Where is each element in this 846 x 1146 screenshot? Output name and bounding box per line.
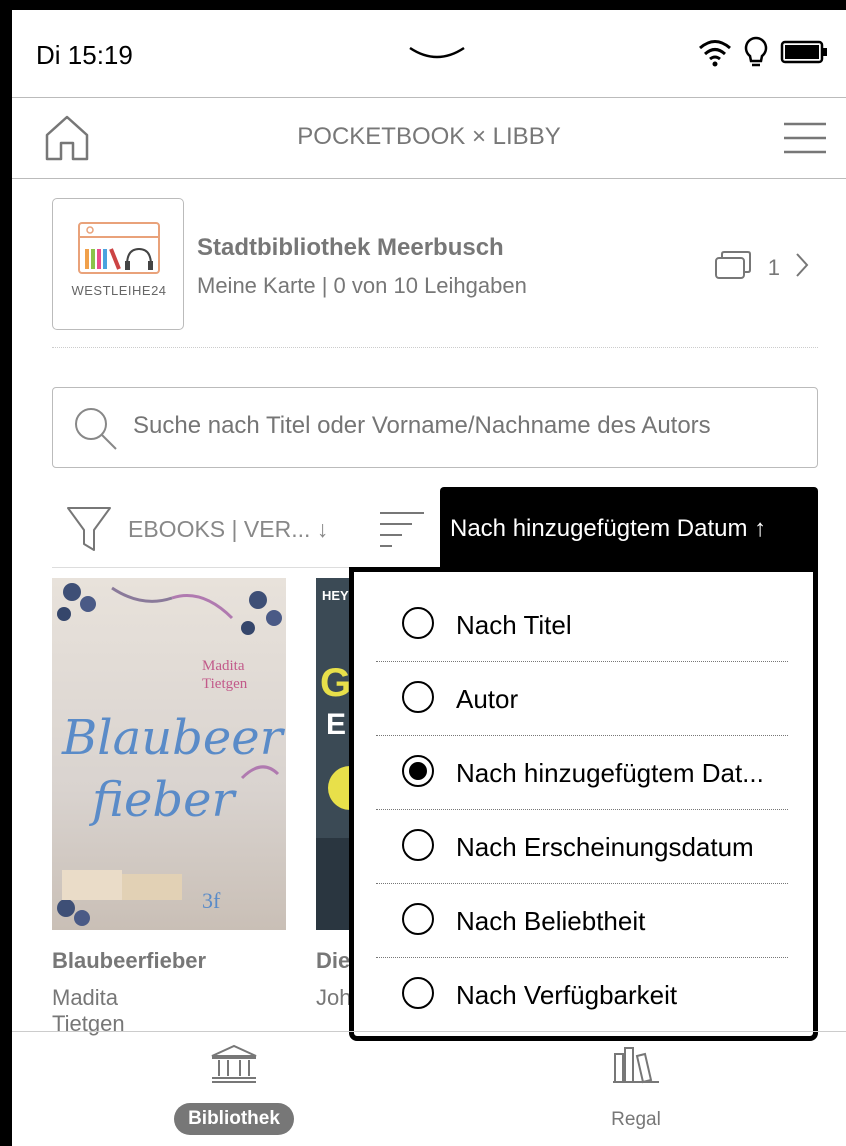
svg-text:Blaubeer: Blaubeer [61,710,286,766]
radio-unchecked[interactable] [402,829,434,861]
library-logo-text: WESTLEIHE24 [71,283,167,298]
status-bar: Di 15:19 [12,10,846,98]
loans-count: 1 [767,255,780,280]
cover-author-text: Madita [202,658,245,674]
nav-tab-library-label: Bibliothek [174,1103,294,1135]
stacked-cards-icon [714,250,754,286]
bookshelf-icon [611,1047,661,1088]
sort-option-date-added[interactable]: Nach hinzugefügtem Dat... [376,736,788,810]
sort-option-title[interactable]: Nach Titel [376,588,788,662]
sort-option-label: Nach Titel [456,610,572,640]
book-author: Joh [316,985,352,1010]
radio-checked[interactable] [402,755,434,787]
status-time: Di 15:19 [36,40,133,70]
nav-tab-shelf-label: Regal [611,1109,661,1130]
filter-label[interactable]: EBOOKS | VER... ↓ [128,516,328,543]
svg-text:E: E [326,708,346,741]
svg-text:G: G [320,661,351,705]
sort-option-label: Nach Erscheinungsdatum [456,832,754,862]
book-author: Madita Tietgen [52,985,125,1036]
sort-option-label: Nach Verfügbarkeit [456,980,678,1010]
book-title[interactable]: Die [316,948,350,974]
sort-option-label: Nach hinzugefügtem Dat... [456,758,764,788]
frontlight-bulb-icon[interactable] [744,36,768,73]
library-building-icon [209,1044,259,1088]
sort-option-popularity[interactable]: Nach Beliebtheit [376,884,788,958]
svg-text:HEY: HEY [322,588,349,603]
chevron-down-icon[interactable] [408,44,466,71]
radio-unchecked[interactable] [402,607,434,639]
book-cover-blaubeerfieber[interactable]: Madita Tietgen Blaubeer fieber 3f [52,578,286,930]
radio-unchecked[interactable] [402,903,434,935]
radio-unchecked[interactable] [402,977,434,1009]
search-box[interactable] [52,387,818,468]
svg-text:3f: 3f [202,888,221,913]
bottom-navigation: Bibliothek Regal [12,1031,846,1146]
library-name: Stadtbibliothek Meerbusch [197,234,504,261]
sort-options-popup: Nach Titel Autor Nach hinzugefügtem Dat.… [349,567,818,1041]
status-icons [698,36,828,73]
book-title[interactable]: Blaubeerfieber [52,948,206,974]
nav-tab-shelf[interactable]: Regal [586,1044,686,1131]
svg-text:Tietgen: Tietgen [202,676,248,692]
sort-option-publication-date[interactable]: Nach Erscheinungsdatum [376,810,788,884]
sort-option-label: Autor [456,684,519,714]
svg-text:fieber: fieber [89,772,238,828]
filter-funnel-icon[interactable] [66,506,112,559]
battery-icon [780,40,828,69]
chevron-right-icon [794,252,810,284]
radio-unchecked[interactable] [402,681,434,713]
loans-counter[interactable]: 1 [714,250,810,286]
search-icon [73,406,119,457]
sort-option-author[interactable]: Autor [376,662,788,736]
sort-option-availability[interactable]: Nach Verfügbarkeit [376,958,788,1032]
app-header: POCKETBOOK × LIBBY [12,99,846,179]
search-input[interactable] [133,412,803,440]
sort-dropdown-trigger[interactable]: Nach hinzugefügtem Datum ↑ [440,487,818,571]
app-title: POCKETBOOK × LIBBY [297,123,561,150]
nav-tab-library[interactable]: Bibliothek [174,1044,294,1135]
hamburger-menu-icon[interactable] [782,121,828,160]
library-card[interactable]: WESTLEIHE24 Stadtbibliothek Meerbusch Me… [52,198,818,348]
library-card-info: Meine Karte | 0 von 10 Leihgaben [197,273,527,298]
sort-option-label: Nach Beliebtheit [456,906,646,936]
wifi-icon [698,37,732,72]
sort-lines-icon[interactable] [378,510,426,555]
library-logo: WESTLEIHE24 [52,198,184,330]
